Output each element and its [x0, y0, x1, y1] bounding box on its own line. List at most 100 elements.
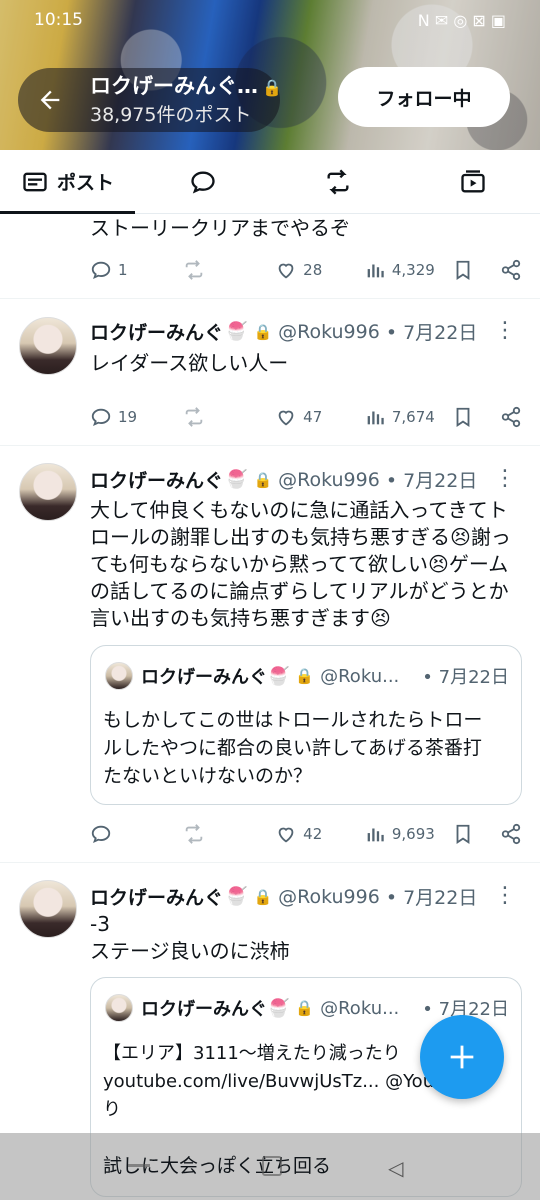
plus-icon [450, 1045, 474, 1069]
post-text-line: ロールの謝罪し出すのも気持ち悪すぎる😣謝っ [90, 525, 511, 549]
author-emoji: 🍧 [225, 886, 248, 907]
post-date[interactable]: • 7月22日 [386, 318, 478, 345]
post-text-line: の話してるのに論点ずらしてリアルがどうとか [90, 579, 509, 603]
more-options-icon[interactable]: ⋮ [494, 466, 516, 491]
post-actions: 42 9,693 [90, 819, 522, 849]
heart-icon [278, 410, 294, 426]
views-icon [367, 828, 384, 842]
back-triangle-icon[interactable]: ◁ [388, 1156, 403, 1180]
heart-icon [278, 263, 294, 279]
post-date[interactable]: • 7月22日 [386, 883, 478, 910]
view-count: 7,674 [391, 408, 435, 426]
author-name[interactable]: ロクげーみんぐ [90, 883, 223, 910]
author-handle[interactable]: @Roku996 [278, 469, 380, 491]
post-text: -3 ステージ良いのに渋柿 [90, 911, 520, 965]
back-button[interactable] [22, 72, 78, 128]
quoted-author-name: ロクげーみんぐ [141, 999, 267, 1020]
view-count: 9,693 [391, 825, 435, 843]
bookmark-icon [456, 824, 470, 844]
status-time: 10:15 [34, 10, 83, 30]
repost-icon [185, 260, 202, 280]
lock-icon: 🔒 [262, 78, 282, 97]
avatar[interactable] [19, 463, 77, 521]
bookmark-button[interactable] [443, 823, 484, 845]
post-text: レイダース欲しい人ー [90, 351, 289, 375]
repost-button[interactable] [183, 259, 276, 281]
views-button[interactable]: 4,329 [364, 259, 443, 281]
lock-icon: 🔒 [253, 322, 273, 341]
quoted-author-handle: @Roku... [320, 997, 400, 1019]
back-arrow-icon [40, 90, 60, 110]
post-item[interactable]: ストーリークリアまでやるぞ 1 28 4,329 [0, 215, 540, 299]
quoted-author-handle: @Roku... [320, 665, 400, 687]
post-header: ロクげーみんぐ 🍧 🔒 @Roku996 • 7月22日 [90, 466, 510, 493]
reply-count: 19 [118, 408, 138, 426]
like-count: 47 [303, 408, 323, 426]
posts-icon [23, 172, 47, 191]
post-text-line: ても何もならないから黙ってて欲しい😣ゲーム [90, 552, 509, 576]
share-icon [501, 406, 521, 428]
lock-icon: 🔒 [295, 999, 315, 1017]
like-count: 28 [303, 261, 323, 279]
recents-icon[interactable] [128, 1164, 150, 1167]
share-button[interactable] [483, 259, 522, 281]
quoted-post-header: ロクげーみんぐ 🍧 🔒 @Roku... • 7月22日 [105, 662, 509, 690]
post-count: 38,975件のポスト [90, 104, 252, 126]
reposts-icon [327, 169, 348, 194]
reply-button[interactable] [90, 823, 183, 845]
post-header: ロクげーみんぐ 🍧 🔒 @Roku996 • 7月22日 [90, 318, 510, 345]
avatar[interactable] [19, 317, 77, 375]
author-emoji: 🍧 [225, 321, 248, 342]
quoted-text-line: ルしたやつに都合の良い許してあげる茶番打 [103, 737, 482, 759]
divider [0, 862, 540, 863]
tab-replies[interactable] [135, 150, 270, 213]
lock-icon: 🔒 [253, 470, 273, 489]
share-icon [501, 259, 521, 281]
avatar[interactable] [19, 880, 77, 938]
views-button[interactable]: 7,674 [364, 406, 443, 428]
reply-button[interactable]: 1 [90, 259, 183, 281]
profile-tabs: ポスト [0, 150, 540, 214]
author-handle[interactable]: @Roku996 [278, 886, 380, 908]
bookmark-icon [456, 407, 470, 427]
following-button[interactable]: フォロー中 [338, 67, 510, 127]
reply-icon [91, 408, 111, 427]
post-text-line: 言い出すのも気持ち悪すぎます😣 [90, 606, 391, 630]
lock-icon: 🔒 [253, 887, 273, 906]
views-icon [367, 264, 384, 278]
views-icon [367, 411, 384, 425]
repost-button[interactable] [183, 823, 276, 845]
tab-media[interactable] [405, 150, 540, 213]
post-text-line: 大して仲良くもないのに急に通話入ってきてト [90, 498, 508, 522]
more-options-icon[interactable]: ⋮ [494, 883, 516, 908]
repost-button[interactable] [183, 406, 276, 428]
bookmark-button[interactable] [443, 406, 484, 428]
like-button[interactable]: 42 [275, 823, 364, 845]
quoted-avatar [105, 662, 133, 690]
post-date[interactable]: • 7月22日 [386, 466, 478, 493]
tab-reposts[interactable] [270, 150, 405, 213]
quoted-post[interactable]: ロクげーみんぐ 🍧 🔒 @Roku... • 7月22日 もしかしてこの世はトロールされ… [90, 645, 522, 805]
author-name[interactable]: ロクげーみんぐ [90, 318, 223, 345]
media-icon [460, 169, 485, 192]
share-button[interactable] [483, 406, 522, 428]
like-button[interactable]: 28 [275, 259, 364, 281]
author-handle[interactable]: @Roku996 [278, 321, 380, 343]
more-options-icon[interactable]: ⋮ [494, 318, 516, 343]
tab-posts[interactable]: ポスト [0, 150, 135, 214]
divider [0, 445, 540, 446]
post-text-line: ステージ良いのに渋柿 [90, 939, 290, 963]
bookmark-button[interactable] [443, 259, 484, 281]
quoted-avatar [105, 994, 133, 1022]
compose-button[interactable] [420, 1015, 504, 1099]
home-icon[interactable] [262, 1156, 282, 1176]
views-button[interactable]: 9,693 [364, 823, 443, 845]
share-button[interactable] [483, 823, 522, 845]
reply-button[interactable]: 19 [90, 406, 183, 428]
repost-icon [185, 407, 202, 427]
post-text-line: -3 [90, 912, 110, 936]
author-name[interactable]: ロクげーみんぐ [90, 466, 223, 493]
like-button[interactable]: 47 [275, 406, 364, 428]
author-emoji: 🍧 [225, 469, 248, 490]
reply-icon [91, 825, 111, 844]
